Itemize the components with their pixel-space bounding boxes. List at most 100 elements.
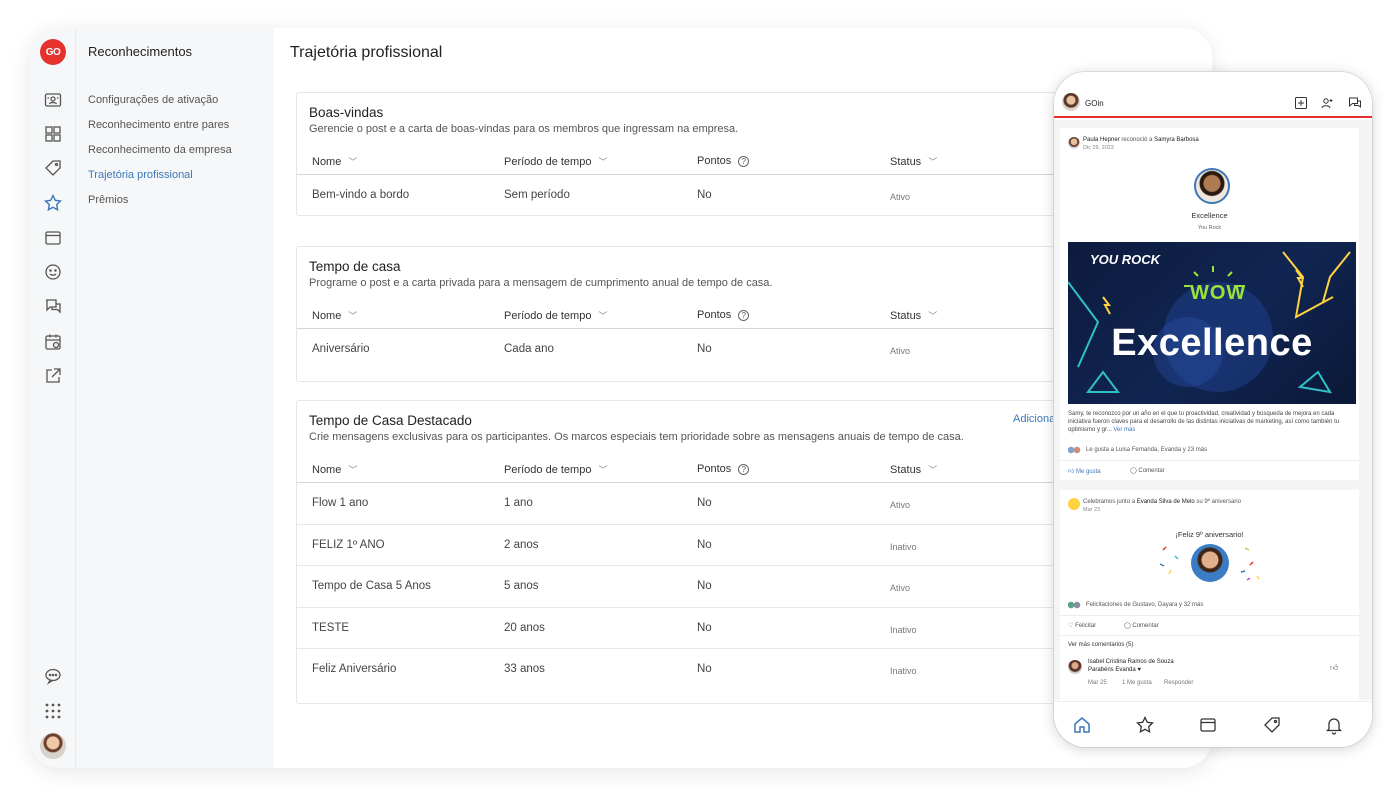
col-status[interactable]: Status ﹀: [890, 155, 937, 168]
row-points: No: [697, 189, 712, 201]
congratulate-button[interactable]: ♡ Felicitar: [1068, 622, 1096, 629]
see-more-comments[interactable]: Ver más comentarios (5): [1068, 642, 1133, 648]
col-name[interactable]: Nome ﹀: [312, 463, 357, 476]
row-name: Bem-vindo a bordo: [312, 189, 410, 201]
subnav-item-awards[interactable]: Prêmios: [88, 194, 128, 206]
help-icon[interactable]: ?: [738, 155, 750, 167]
phone-bottom-nav: [1054, 701, 1372, 747]
table-row[interactable]: FELIZ 1º ANO 2 anos No Inativo: [297, 525, 1095, 566]
see-more-link[interactable]: Ver más: [1113, 427, 1135, 433]
help-icon[interactable]: ?: [738, 463, 750, 475]
add-post-icon[interactable]: [1294, 96, 1308, 110]
col-period[interactable]: Período de tempo ﹀: [504, 463, 607, 476]
celebrant-avatar[interactable]: [1191, 544, 1229, 582]
table-row[interactable]: TESTE 20 anos No Inativo: [297, 608, 1095, 649]
commenter-avatar[interactable]: [1068, 660, 1082, 674]
badge-icon[interactable]: [41, 88, 65, 112]
likes-summary[interactable]: Le gusta a Luisa Fernanda, Evanda y 23 m…: [1086, 447, 1207, 453]
help-icon[interactable]: ?: [738, 309, 750, 321]
chevron-down-icon: ﹀: [348, 465, 358, 475]
table-header: Nome ﹀ Período de tempo ﹀ Pontos? Status ﹀: [297, 457, 1095, 483]
like-button[interactable]: 👍︎ Me gusta: [1068, 467, 1101, 475]
wallet-icon[interactable]: [41, 226, 65, 250]
table-row[interactable]: Aniversário Cada ano No Ativo: [297, 329, 1095, 371]
subnav-item-activation[interactable]: Configurações de ativação: [88, 94, 218, 106]
row-name: TESTE: [312, 621, 350, 634]
card-description: Gerencie o post e a carta de boas-vindas…: [309, 123, 739, 135]
comment-date: Mar 25: [1088, 680, 1107, 686]
calendar-icon[interactable]: [41, 330, 65, 354]
grid-icon[interactable]: [41, 122, 65, 146]
subnav-item-career[interactable]: Trajetória profissional: [88, 169, 193, 181]
chevron-down-icon: ﹀: [348, 311, 358, 321]
thumbs-up-icon[interactable]: 👍︎: [1330, 663, 1338, 673]
row-period: Sem período: [504, 189, 570, 201]
card-description: Programe o post e a carta privada para a…: [309, 277, 773, 289]
col-status[interactable]: Status ﹀: [890, 463, 937, 476]
congrats-summary[interactable]: Felicitaciones de Gustavo, Dayara y 32 m…: [1086, 602, 1203, 608]
row-status: Ativo: [890, 500, 911, 510]
row-points: No: [697, 663, 712, 675]
reply-button[interactable]: Responder: [1164, 680, 1193, 686]
col-name[interactable]: Nome ﹀: [312, 309, 357, 322]
table-header: Nome ﹀ Período de tempo ﹀ Pontos? Status ﹀: [297, 149, 1095, 175]
row-name: Feliz Aniversário: [312, 663, 397, 675]
row-period: 5 anos: [504, 580, 539, 592]
comment-dots-icon[interactable]: [41, 664, 65, 688]
apps-grid-icon[interactable]: [41, 699, 65, 723]
table-row[interactable]: Flow 1 ano 1 ano No Ativo: [297, 483, 1095, 525]
award-banner: YOU ROCK WOW Excellence: [1068, 242, 1356, 404]
comment-likes[interactable]: 1 Me gusta: [1122, 680, 1152, 686]
comment-button[interactable]: ◯ Comentar: [1130, 467, 1165, 474]
row-points: No: [697, 343, 712, 355]
divider: [1060, 635, 1359, 636]
table-row[interactable]: Tempo de Casa 5 Anos 5 anos No Ativo: [297, 566, 1095, 608]
col-status[interactable]: Status ﹀: [890, 309, 937, 322]
chevron-down-icon: ﹀: [928, 311, 938, 321]
add-button[interactable]: Adiciona: [1013, 413, 1055, 425]
bell-icon[interactable]: [1324, 715, 1344, 735]
table-row[interactable]: Bem-vindo a bordo Sem período No Ativo: [297, 175, 1095, 217]
feed-post: Paula Hepner reconoció a Samyra Barbosa …: [1060, 128, 1359, 480]
chevron-down-icon: ﹀: [598, 157, 608, 167]
chevron-down-icon: ﹀: [348, 157, 358, 167]
col-period[interactable]: Período de tempo ﹀: [504, 155, 607, 168]
subnav-item-company[interactable]: Reconhecimento da empresa: [88, 144, 232, 156]
tag-icon[interactable]: [1262, 715, 1282, 735]
profile-avatar[interactable]: [1062, 93, 1080, 111]
external-link-icon[interactable]: [41, 364, 65, 388]
comment-button[interactable]: ◯ Comentar: [1124, 622, 1159, 629]
star-icon[interactable]: [1135, 715, 1155, 735]
award-subtitle: You Rock: [1197, 225, 1222, 231]
home-icon[interactable]: [1072, 715, 1092, 735]
col-name[interactable]: Nome ﹀: [312, 155, 357, 168]
commenter-name[interactable]: Isabel Cristina Ramos de Souza: [1088, 659, 1174, 665]
table-row[interactable]: Feliz Aniversário 33 anos No Inativo: [297, 649, 1095, 691]
section-title: Reconhecimentos: [88, 44, 193, 59]
divider: [1060, 460, 1359, 461]
subnav-item-peer[interactable]: Reconhecimento entre pares: [88, 119, 229, 131]
user-avatar[interactable]: [40, 733, 66, 759]
comment-icon: ◯: [1130, 468, 1137, 474]
card-welcome: Boas-vindas Gerencie o post e a carta de…: [296, 92, 1096, 216]
tag-icon[interactable]: [41, 156, 65, 180]
col-period[interactable]: Período de tempo ﹀: [504, 309, 607, 322]
row-period: 1 ano: [504, 497, 533, 509]
phone-brand: GOin: [1085, 99, 1104, 108]
card-title: Tempo de casa: [309, 259, 401, 274]
smile-icon[interactable]: [41, 260, 65, 284]
banner-title: Excellence: [1111, 322, 1313, 364]
reaction-avatars: [1068, 446, 1082, 454]
star-icon[interactable]: [41, 191, 65, 215]
author-avatar[interactable]: [1068, 137, 1080, 149]
row-status: Ativo: [890, 346, 911, 356]
messages-icon[interactable]: [1348, 96, 1362, 110]
wallet-icon[interactable]: [1198, 715, 1218, 735]
row-status: Inativo: [890, 541, 917, 552]
phone-mockup: GOin Paula Hepner reconoció a Samyra Bar…: [1054, 72, 1372, 747]
chat-icon[interactable]: [41, 295, 65, 319]
row-points: No: [697, 621, 712, 634]
people-icon[interactable]: [1321, 96, 1335, 110]
award-recipient-avatar[interactable]: [1194, 168, 1230, 204]
app-logo[interactable]: GO: [40, 39, 66, 65]
